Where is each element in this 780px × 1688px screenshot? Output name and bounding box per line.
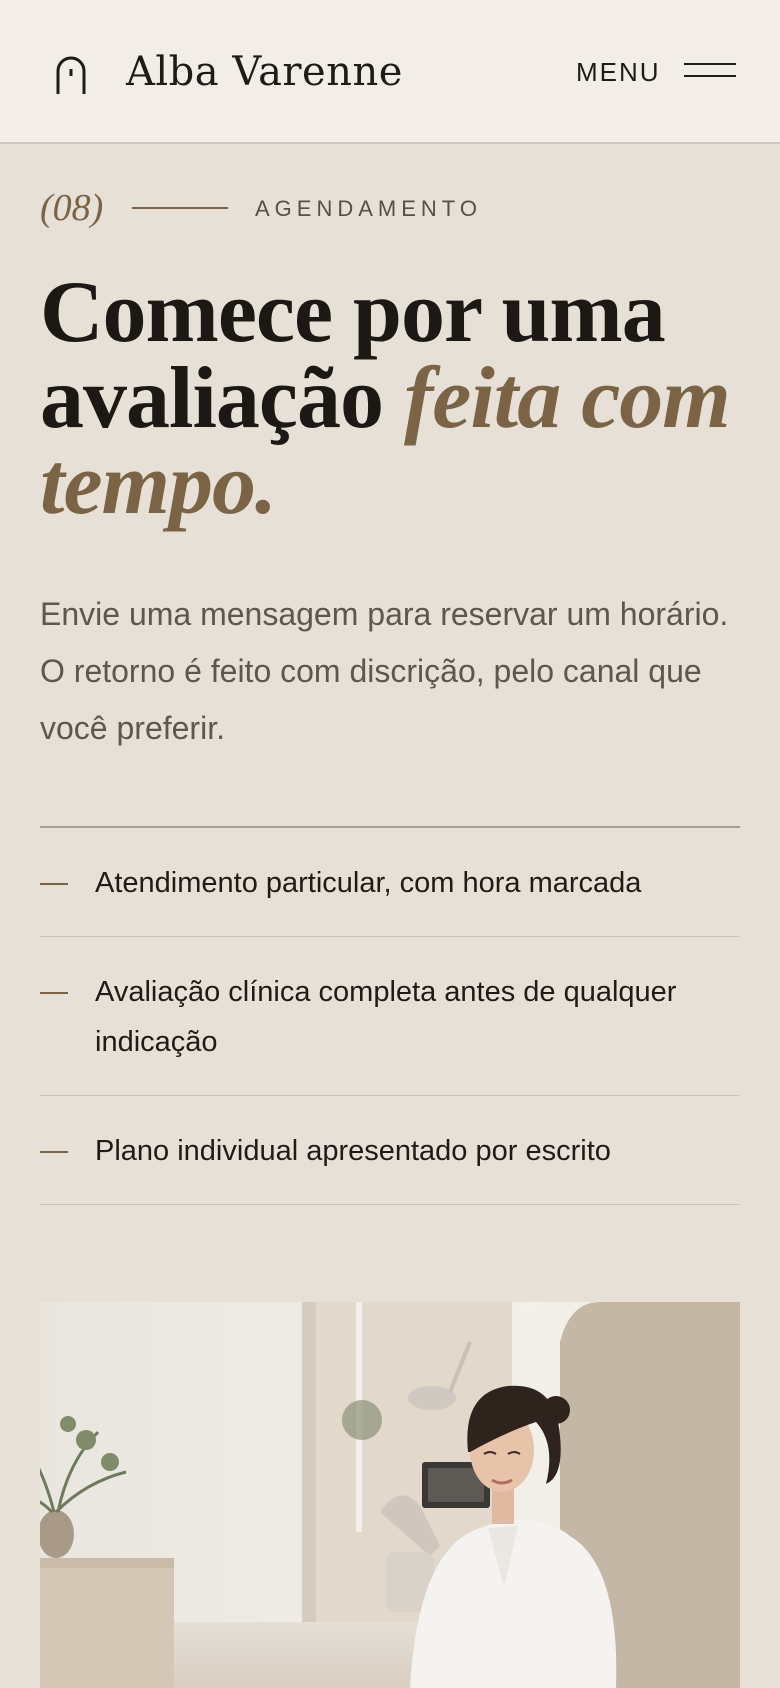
menu-label: MENU — [576, 56, 661, 87]
feature-list: Atendimento particular, com hora marcada… — [40, 826, 740, 1205]
section-divider — [132, 207, 228, 209]
feature-text: Atendimento particular, com hora marcada — [95, 867, 642, 899]
dash-icon — [40, 883, 68, 885]
dentist-portrait-image — [40, 1302, 740, 1688]
hamburger-menu-icon — [684, 62, 736, 80]
feature-text: Avaliação clínica completa antes de qual… — [95, 976, 677, 1058]
section-number: (08) — [40, 187, 104, 229]
section-label: AGENDAMENTO — [255, 196, 482, 221]
intro-paragraph: Envie uma mensagem para reservar um horá… — [40, 596, 729, 746]
page-headline: Comece por uma avaliação feita com tempo… — [40, 269, 760, 529]
menu-button[interactable]: MENU — [576, 50, 740, 94]
brand-name[interactable]: Alba Varenne — [126, 44, 403, 100]
dash-icon — [40, 992, 68, 994]
list-item: Atendimento particular, com hora marcada — [40, 828, 740, 937]
site-header: Alba Varenne MENU — [0, 0, 780, 144]
feature-text: Plano individual apresentado por escrito — [95, 1135, 611, 1167]
list-item: Plano individual apresentado por escrito — [40, 1096, 740, 1205]
clinic-photo — [40, 1302, 740, 1688]
list-item: Avaliação clínica completa antes de qual… — [40, 937, 740, 1096]
arch-logo-icon[interactable] — [54, 54, 88, 94]
dash-icon — [40, 1151, 68, 1153]
